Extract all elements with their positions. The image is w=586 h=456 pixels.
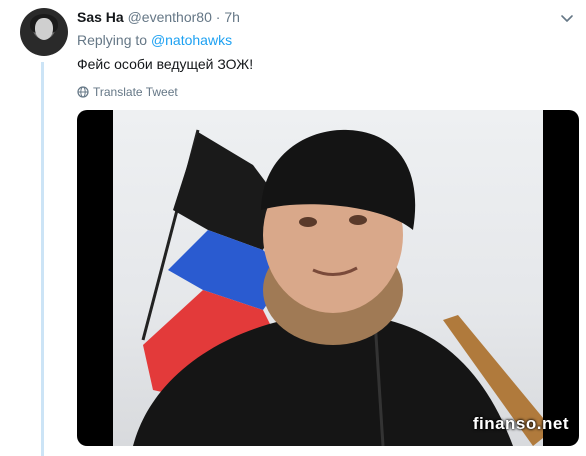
tweet-media[interactable]: finanso.net [77, 110, 579, 446]
separator-dot: · [215, 9, 221, 25]
watermark: finanso.net [472, 414, 569, 433]
tweet-photo [113, 110, 543, 446]
avatar[interactable] [20, 8, 68, 56]
chevron-down-icon[interactable] [559, 10, 575, 26]
replying-to-label: Replying to [77, 32, 151, 48]
replying-to: Replying to @natohawks [77, 31, 232, 49]
thread-line [41, 62, 44, 456]
avatar-face [35, 18, 53, 40]
photo-illustration [133, 129, 543, 446]
tweet-header: Sas Ha @eventhor80 · 7h [77, 8, 240, 26]
globe-icon [77, 86, 89, 98]
user-handle[interactable]: @eventhor80 [128, 9, 212, 25]
translate-tweet-link[interactable]: Translate Tweet [77, 84, 178, 100]
display-name[interactable]: Sas Ha [77, 9, 124, 25]
translate-label: Translate Tweet [93, 85, 178, 99]
tweet-time[interactable]: 7h [224, 9, 240, 25]
replying-to-handle[interactable]: @natohawks [151, 32, 232, 48]
tweet-text: Фейс особи ведущей ЗОЖ! [77, 56, 254, 72]
